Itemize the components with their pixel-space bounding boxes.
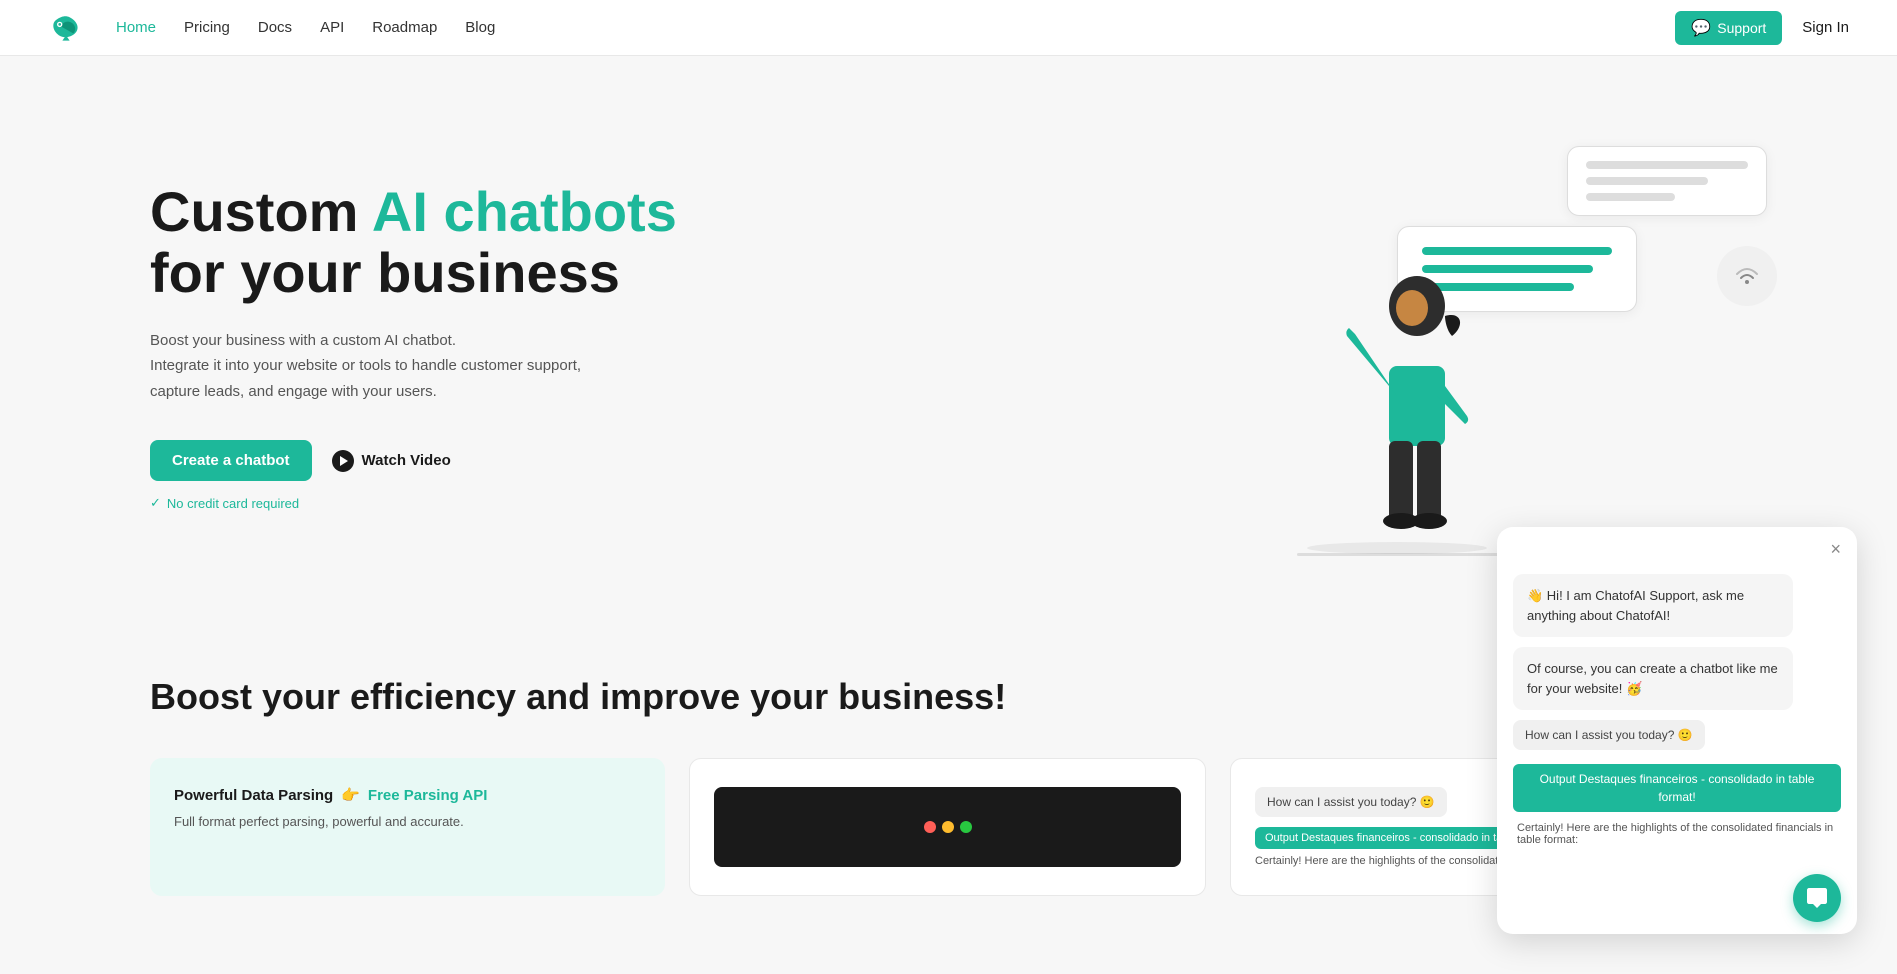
nav-home[interactable]: Home bbox=[116, 19, 156, 36]
watch-video-button[interactable]: Watch Video bbox=[332, 450, 451, 472]
bubble-line-teal1 bbox=[1422, 247, 1612, 255]
support-label: Support bbox=[1717, 20, 1766, 36]
logo[interactable] bbox=[48, 10, 84, 46]
chat-small-msg: Certainly! Here are the highlights of th… bbox=[1513, 822, 1841, 846]
nav-pricing[interactable]: Pricing bbox=[184, 19, 230, 36]
play-triangle bbox=[340, 456, 348, 466]
card-title-text: Powerful Data Parsing bbox=[174, 787, 333, 804]
nav-api[interactable]: API bbox=[320, 19, 344, 36]
support-icon: 💬 bbox=[1691, 18, 1711, 38]
signin-link[interactable]: Sign In bbox=[1802, 19, 1849, 36]
chat-icon-button[interactable] bbox=[1793, 874, 1841, 922]
character-illustration bbox=[1317, 256, 1497, 556]
no-credit-card: ✓ No credit card required bbox=[150, 495, 677, 511]
howcan-text: How can I assist you today? 🙂 bbox=[1513, 720, 1705, 750]
hero-illustration bbox=[1297, 136, 1777, 556]
chat-msg-howcan: How can I assist you today? 🙂 bbox=[1513, 720, 1841, 754]
chatof-messages: 👋 Hi! I am ChatofAI Support, ask me anyt… bbox=[1497, 566, 1857, 862]
feature-card-title: Powerful Data Parsing 👉 Free Parsing API bbox=[174, 786, 641, 804]
ground-shadow bbox=[1307, 542, 1487, 554]
chat-msg-1: 👋 Hi! I am ChatofAI Support, ask me anyt… bbox=[1513, 574, 1793, 637]
bubble-line-gray3 bbox=[1586, 193, 1675, 201]
bubble-line-gray1 bbox=[1586, 161, 1748, 169]
navbar-left: Home Pricing Docs API Roadmap Blog bbox=[48, 10, 495, 46]
hero-content: Custom AI chatbots for your business Boo… bbox=[150, 181, 677, 512]
hero-title: Custom AI chatbots for your business bbox=[150, 181, 677, 304]
no-cc-text: No credit card required bbox=[167, 496, 299, 511]
navbar: Home Pricing Docs API Roadmap Blog 💬 Sup… bbox=[0, 0, 1897, 56]
hero-title-part2: for your business bbox=[150, 241, 620, 304]
play-icon bbox=[332, 450, 354, 472]
dot-yellow bbox=[942, 821, 954, 833]
nav-links: Home Pricing Docs API Roadmap Blog bbox=[116, 19, 495, 36]
signal-svg bbox=[1731, 260, 1763, 292]
bubble-secondary bbox=[1567, 146, 1767, 216]
chatof-header: × bbox=[1497, 527, 1857, 566]
feature-card-desc: Full format perfect parsing, powerful an… bbox=[174, 812, 641, 833]
hero-title-part1: Custom bbox=[150, 180, 372, 243]
support-button[interactable]: 💬 Support bbox=[1675, 11, 1782, 45]
dot-green bbox=[960, 821, 972, 833]
card-emoji: 👉 bbox=[341, 786, 360, 804]
card-link[interactable]: Free Parsing API bbox=[368, 787, 488, 804]
chat-bubble-row bbox=[1497, 862, 1857, 934]
chat-highlight: Output Destaques financeiros - consolida… bbox=[1513, 764, 1841, 812]
feature-card-parsing: Powerful Data Parsing 👉 Free Parsing API… bbox=[150, 758, 665, 896]
hero-subtitle: Boost your business with a custom AI cha… bbox=[150, 328, 677, 405]
chat-close-button[interactable]: × bbox=[1830, 539, 1841, 560]
signal-icon bbox=[1717, 246, 1777, 306]
hero-title-highlight: AI chatbots bbox=[372, 180, 677, 243]
check-icon: ✓ bbox=[150, 495, 161, 511]
how-can-assist: How can I assist you today? 🙂 bbox=[1255, 787, 1447, 817]
nav-roadmap[interactable]: Roadmap bbox=[372, 19, 437, 36]
hero-actions: Create a chatbot Watch Video bbox=[150, 440, 677, 481]
nav-blog[interactable]: Blog bbox=[465, 19, 495, 36]
dot-red bbox=[924, 821, 936, 833]
nav-docs[interactable]: Docs bbox=[258, 19, 292, 36]
chat-msg-2: Of course, you can create a chatbot like… bbox=[1513, 647, 1793, 710]
create-chatbot-button[interactable]: Create a chatbot bbox=[150, 440, 312, 481]
navbar-right: 💬 Support Sign In bbox=[1675, 11, 1849, 45]
screenshot-placeholder bbox=[714, 787, 1181, 867]
feature-card-screenshot bbox=[689, 758, 1206, 896]
chat-bubble-icon bbox=[1805, 886, 1829, 910]
bubble-line-gray2 bbox=[1586, 177, 1708, 185]
logo-icon bbox=[48, 10, 84, 46]
chatof-panel: × 👋 Hi! I am ChatofAI Support, ask me an… bbox=[1497, 527, 1857, 934]
watch-video-label: Watch Video bbox=[362, 452, 451, 469]
